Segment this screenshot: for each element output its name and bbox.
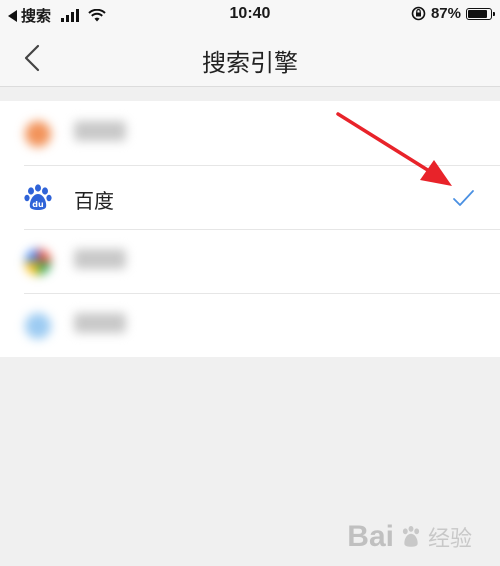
rotation-lock-icon [411, 6, 426, 21]
page-title: 搜索引擎 [202, 49, 298, 77]
blurred-google-icon [25, 249, 51, 275]
watermark-text: Bai [347, 520, 394, 553]
baidu-paw-icon: du [24, 184, 52, 210]
engine-option-label: 百度 [74, 189, 114, 213]
watermark-text2: 经验 [427, 527, 472, 552]
battery-level [468, 9, 487, 18]
engine-option-label [74, 249, 126, 269]
engine-option-4[interactable] [0, 293, 500, 357]
annotation-arrow-icon [336, 112, 452, 186]
engine-option-label [74, 313, 126, 333]
navigation-bar: 搜索引擎 [0, 30, 500, 87]
blurred-orange-icon [25, 121, 51, 147]
battery-icon [466, 7, 495, 20]
battery-percent: 87% [430, 5, 461, 22]
blurred-text [74, 121, 126, 141]
baidu-jingyan-watermark: Bai 经验 [347, 520, 472, 554]
paw-watermark-icon [402, 525, 420, 547]
svg-text:du: du [32, 200, 44, 209]
engine-option-label [74, 121, 126, 141]
blurred-text [74, 249, 126, 269]
status-bar: 搜索 10:40 87% [0, 0, 500, 30]
status-right: 87% [411, 5, 495, 22]
engine-option-3[interactable] [0, 229, 500, 293]
blurred-text [74, 313, 126, 333]
blurred-blue-icon [25, 313, 51, 339]
